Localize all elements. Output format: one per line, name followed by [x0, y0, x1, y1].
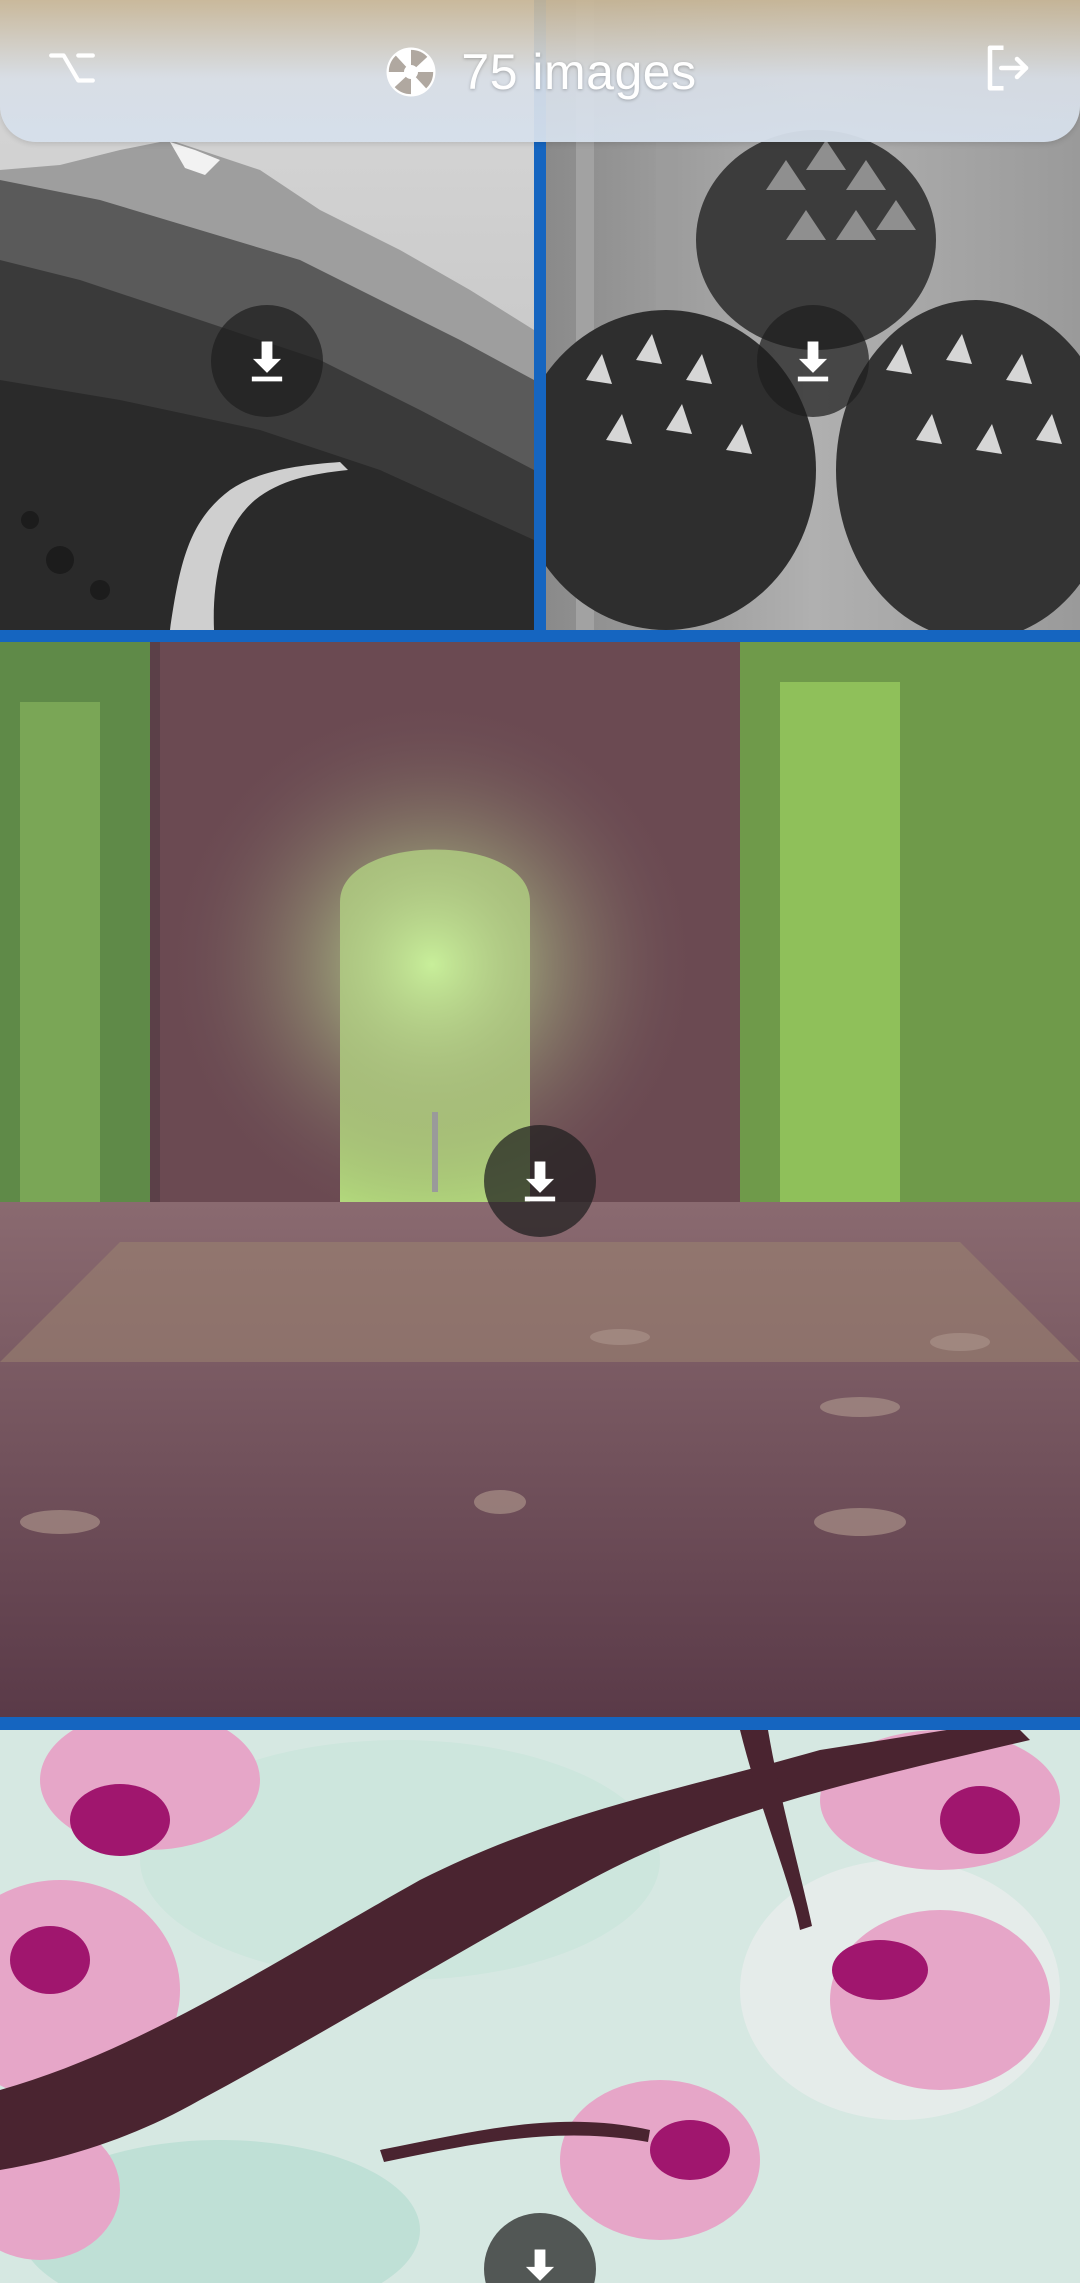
logout-icon — [987, 45, 1029, 91]
camera-aperture-icon — [386, 47, 436, 97]
blossom-photo — [0, 1730, 1080, 2283]
download-button[interactable] — [484, 1125, 596, 1237]
logout-button[interactable] — [976, 36, 1040, 100]
download-icon — [251, 341, 283, 382]
gallery-tile-forest[interactable] — [0, 642, 1080, 1717]
image-gallery-screen: 75 images — [0, 0, 1080, 2283]
top-app-bar: 75 images — [0, 0, 1080, 142]
download-icon — [525, 2249, 555, 2281]
image-count-title: 75 images — [461, 44, 697, 100]
download-icon — [797, 341, 829, 382]
download-button[interactable] — [757, 305, 869, 417]
title-group: 75 images — [0, 38, 1080, 106]
gallery-tile-blossom[interactable] — [0, 1730, 1080, 2283]
download-icon — [524, 1161, 556, 1202]
download-button[interactable] — [211, 305, 323, 417]
